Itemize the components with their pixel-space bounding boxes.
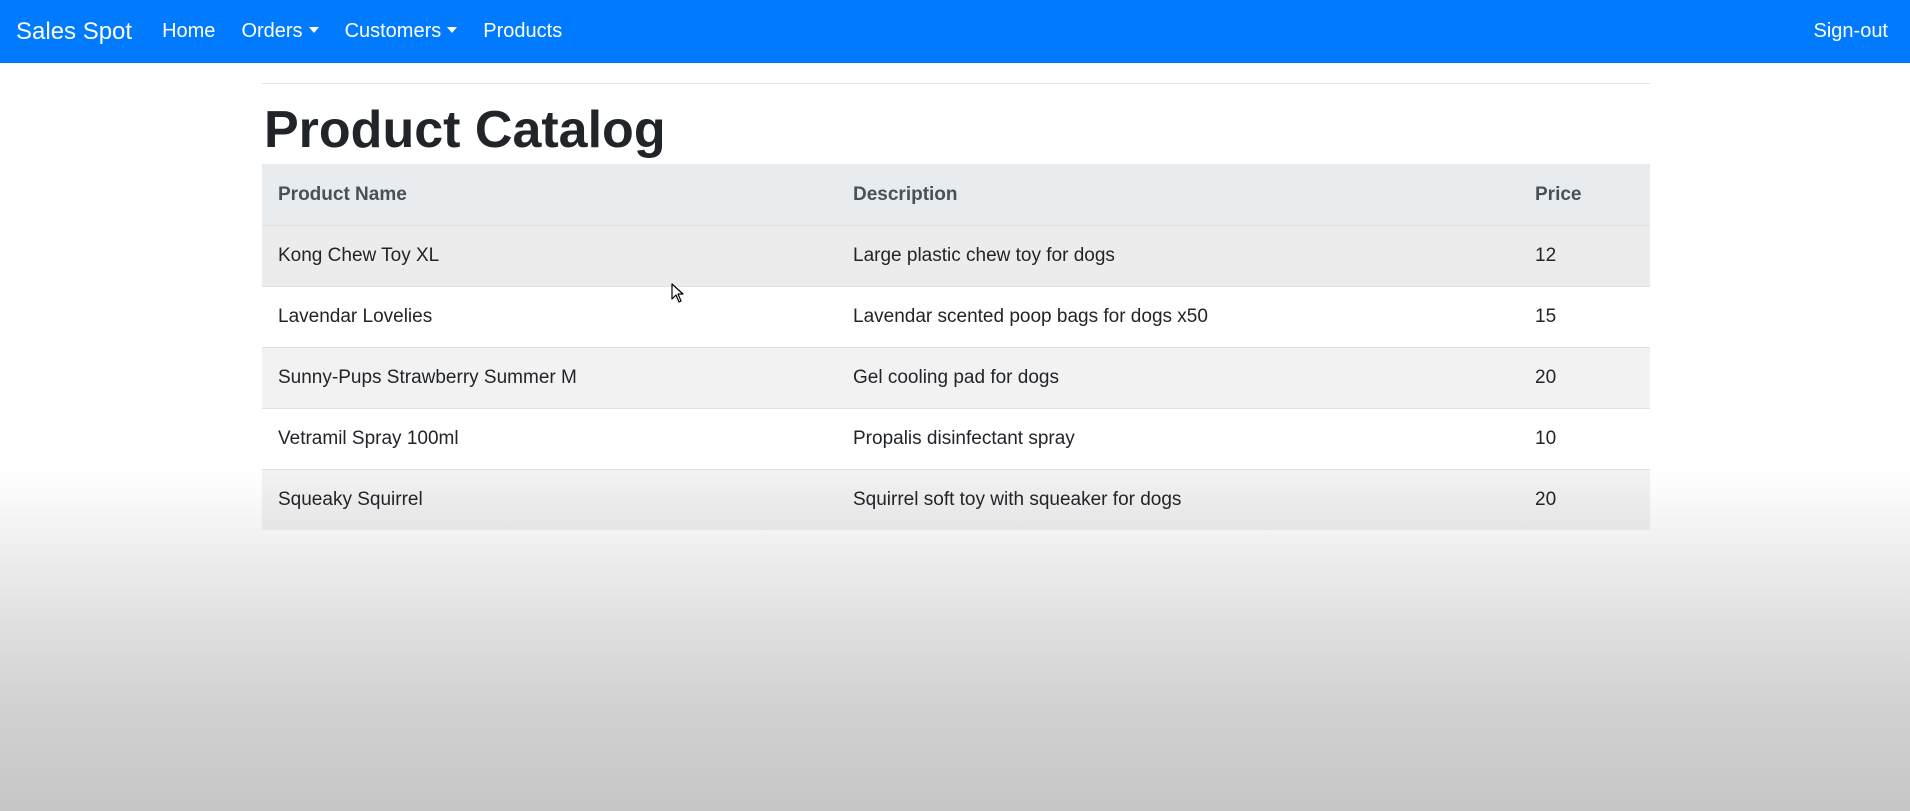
main-content: Product Catalog Product Name Description… <box>262 63 1650 530</box>
product-table: Product Name Description Price Kong Chew… <box>262 164 1650 530</box>
nav-products[interactable]: Products <box>483 20 562 43</box>
top-navbar: Sales Spot Home Orders Customers Product… <box>0 0 1910 63</box>
table-row[interactable]: Sunny-Pups Strawberry Summer M Gel cooli… <box>262 347 1650 409</box>
cell-description: Lavendar scented poop bags for dogs x50 <box>837 286 1519 348</box>
cell-description: Gel cooling pad for dogs <box>837 347 1519 409</box>
brand-link[interactable]: Sales Spot <box>16 18 132 46</box>
cell-product-name: Vetramil Spray 100ml <box>262 408 837 470</box>
page-title: Product Catalog <box>264 101 666 159</box>
nav-orders-label: Orders <box>241 20 303 42</box>
cell-product-name: Kong Chew Toy XL <box>262 225 837 287</box>
table-row[interactable]: Squeaky Squirrel Squirrel soft toy with … <box>262 469 1650 530</box>
cell-description: Propalis disinfectant spray <box>837 408 1519 470</box>
caret-down-icon <box>447 26 458 33</box>
table-row[interactable]: Kong Chew Toy XL Large plastic chew toy … <box>262 225 1650 287</box>
table-header-row: Product Name Description Price <box>262 164 1650 226</box>
signout-link[interactable]: Sign-out <box>1814 20 1889 43</box>
cell-price: 12 <box>1519 225 1650 287</box>
nav-orders-dropdown[interactable]: Orders <box>241 20 319 43</box>
nav-products-label: Products <box>483 20 563 42</box>
caret-down-icon <box>308 26 319 33</box>
cell-price: 10 <box>1519 408 1650 470</box>
cell-description: Large plastic chew toy for dogs <box>837 225 1519 287</box>
divider <box>262 83 1650 84</box>
cell-price: 20 <box>1519 469 1650 530</box>
nav-home[interactable]: Home <box>162 20 215 43</box>
cell-description: Squirrel soft toy with squeaker for dogs <box>837 469 1519 530</box>
nav-customers-label: Customers <box>344 20 442 42</box>
header-price: Price <box>1519 164 1650 226</box>
cell-product-name: Lavendar Lovelies <box>262 286 837 348</box>
header-description: Description <box>837 164 1519 226</box>
mouse-pointer-icon <box>671 283 684 303</box>
nav-home-label: Home <box>162 20 216 42</box>
nav-customers-dropdown[interactable]: Customers <box>345 20 458 43</box>
cell-product-name: Squeaky Squirrel <box>262 469 837 530</box>
cell-price: 15 <box>1519 286 1650 348</box>
table-row[interactable]: Lavendar Lovelies Lavendar scented poop … <box>262 286 1650 348</box>
cell-price: 20 <box>1519 347 1650 409</box>
header-product-name: Product Name <box>262 164 837 226</box>
cell-product-name: Sunny-Pups Strawberry Summer M <box>262 347 837 409</box>
table-row[interactable]: Vetramil Spray 100ml Propalis disinfecta… <box>262 408 1650 470</box>
